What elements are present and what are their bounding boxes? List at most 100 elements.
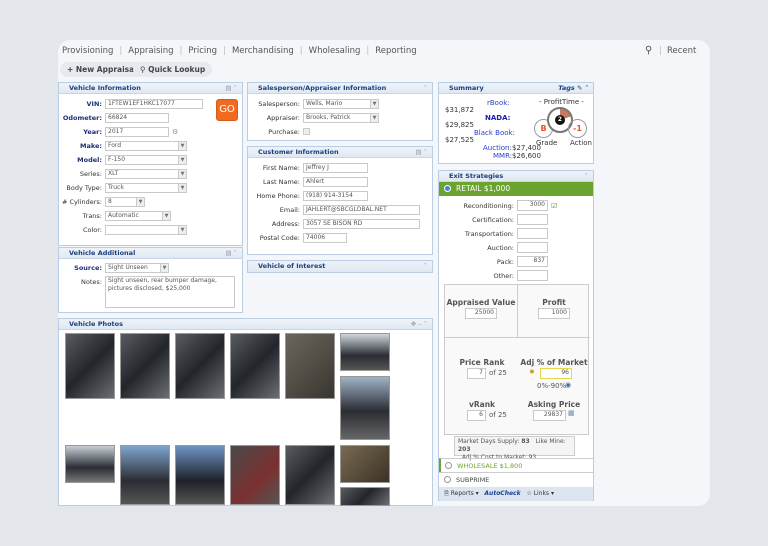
email-input[interactable]: JAHLERT@SBCGLOBAL.NET (303, 204, 420, 215)
quick-lookup-button[interactable]: ⚲ Quick Lookup (133, 62, 213, 77)
bullseye-icon[interactable]: ◉ (565, 381, 571, 389)
profit-input[interactable]: 1000 (538, 308, 570, 319)
postal-code-input[interactable]: 74006 (303, 232, 347, 243)
vehicle-photo[interactable] (340, 445, 390, 483)
black-book-label: Black Book: (474, 129, 515, 137)
purchase-checkbox[interactable] (303, 128, 310, 135)
vrank-input[interactable]: 6 (467, 410, 486, 421)
collapse-icon[interactable]: ▤ ˄ (416, 147, 427, 158)
year-input[interactable]: 2017 (105, 126, 169, 137)
reconditioning-input[interactable]: 3000 (517, 200, 548, 211)
wholesale-strategy-option[interactable]: WHOLESALE $1,800 (439, 458, 593, 472)
trans-select[interactable]: Automatic ▼ (105, 210, 171, 221)
cylinders-select[interactable]: 8 ▼ (105, 196, 145, 207)
auction-cost-input[interactable] (517, 242, 548, 253)
last-name-input[interactable]: Ahlert (303, 176, 368, 187)
vehicle-photo[interactable] (175, 445, 225, 505)
exit-footer: 🗎 Reports ▾ AutoCheck ☆ Links ▾ (439, 487, 593, 501)
panel-controls-icon[interactable]: ✥ – ˄ (411, 319, 427, 330)
autocheck-link[interactable]: AutoCheck (484, 490, 520, 497)
expand-icon[interactable]: ˅ (424, 261, 427, 272)
odometer-input[interactable]: 66824 (105, 112, 169, 123)
nav-wholesaling[interactable]: Wholesaling (309, 46, 361, 56)
subprime-strategy-option[interactable]: SUBPRIME (439, 472, 593, 486)
salesperson-panel: Salesperson/Appraiser Information ˄ Sales… (247, 82, 433, 141)
vehicle-photo[interactable] (120, 333, 170, 399)
nav-appraising[interactable]: Appraising (128, 46, 173, 56)
auction-cost-label: Auction: (487, 243, 514, 252)
notes-label: Notes: (81, 278, 102, 286)
vehicle-photo[interactable] (340, 376, 390, 440)
series-label: Series: (79, 169, 102, 178)
vehicle-photo[interactable] (230, 333, 280, 399)
color-label: Color: (82, 225, 102, 234)
appraiser-select[interactable]: Brooks, Patrick ▼ (303, 112, 379, 123)
vrank-label: vRank (468, 400, 496, 409)
vehicle-of-interest-panel[interactable]: Vehicle of Interest ˅ (247, 260, 433, 273)
action-label: Action (570, 139, 592, 147)
certification-input[interactable] (517, 214, 548, 225)
transportation-input[interactable] (517, 228, 548, 239)
pack-input[interactable]: 837 (517, 256, 548, 267)
last-name-label: Last Name: (263, 177, 300, 186)
adj-market-input[interactable]: 96 (540, 368, 572, 379)
grade-label: Grade (536, 139, 558, 147)
profit-label: Profit (542, 298, 566, 307)
phone-input[interactable]: (918) 914-3154 (303, 190, 368, 201)
vehicle-photo[interactable] (120, 445, 170, 505)
body-type-select[interactable]: Truck ▼ (105, 182, 187, 193)
vehicle-photo[interactable] (65, 333, 115, 399)
price-rank-input[interactable]: 7 (467, 368, 486, 379)
action-badge: -1 (568, 119, 587, 138)
notes-textarea[interactable]: Sight unseen, rear bumper damage, pictur… (105, 276, 235, 308)
address-input[interactable]: 3057 SE BISON RD (303, 218, 420, 229)
nada-value: $29,825 (445, 121, 474, 129)
series-select[interactable]: XLT ▼ (105, 168, 187, 179)
salesperson-select[interactable]: Wells, Mario ▼ (303, 98, 379, 109)
nav-merchandising[interactable]: Merchandising (232, 46, 294, 56)
reports-menu[interactable]: 🗎 Reports ▾ (444, 490, 479, 497)
collapse-icon[interactable]: ▤ ˄ (226, 248, 237, 259)
vehicle-photo[interactable] (340, 487, 390, 506)
nav-reporting[interactable]: Reporting (375, 46, 416, 56)
collapse-icon[interactable]: ▤ ˄ (226, 83, 237, 94)
model-label: Model: (77, 155, 102, 164)
target-icon[interactable]: ✸ (529, 368, 535, 376)
recent-link[interactable]: Recent (667, 46, 696, 56)
rbook-label: rBook: (487, 99, 510, 107)
year-label: Year: (83, 127, 102, 136)
nav-pricing[interactable]: Pricing (188, 46, 217, 56)
phone-label: Home Phone: (256, 191, 300, 200)
vehicle-photo[interactable] (285, 333, 335, 399)
model-select[interactable]: F-150 ▼ (105, 154, 187, 165)
first-name-input[interactable]: Jeffrey J (303, 162, 368, 173)
vehicle-photo[interactable] (230, 445, 280, 505)
source-select[interactable]: Sight Unseen ▼ (105, 262, 169, 273)
edit-check-icon[interactable]: ☑ (551, 202, 557, 210)
vehicle-photo[interactable] (175, 333, 225, 399)
go-button[interactable]: GO (216, 99, 238, 121)
vin-input[interactable]: 1FTEW1EF1HKC17077 (105, 98, 203, 109)
other-input[interactable] (517, 270, 548, 281)
collapse-icon[interactable]: ˄ (585, 171, 588, 182)
new-appraisal-button[interactable]: + New Appraisal (60, 62, 144, 77)
retail-strategy-option[interactable]: RETAIL $1,000 (439, 182, 593, 196)
nav-provisioning[interactable]: Provisioning (62, 46, 113, 56)
vehicle-photo[interactable] (65, 445, 115, 483)
vehicle-photo[interactable] (340, 333, 390, 371)
pack-label: Pack: (496, 257, 514, 266)
asking-price-input[interactable]: 29837 (533, 410, 566, 421)
search-icon[interactable]: ⚲ (645, 45, 652, 56)
vehicle-photo[interactable] (285, 445, 335, 505)
mmr-label: MMR: (493, 152, 513, 160)
appraised-value-input[interactable]: 25000 (465, 308, 497, 319)
make-select[interactable]: Ford ▼ (105, 140, 187, 151)
settings-icon[interactable]: ⚙ (172, 128, 178, 136)
tags-link[interactable]: Tags ✎ ˄ (558, 83, 588, 94)
calculator-icon[interactable]: ▦ (568, 409, 575, 417)
collapse-icon[interactable]: ˄ (424, 83, 427, 94)
color-select[interactable]: ▼ (105, 224, 187, 235)
links-menu[interactable]: ☆ Links ▾ (526, 490, 554, 497)
email-label: Email: (279, 205, 300, 214)
market-range: 0%-90% (537, 382, 567, 390)
